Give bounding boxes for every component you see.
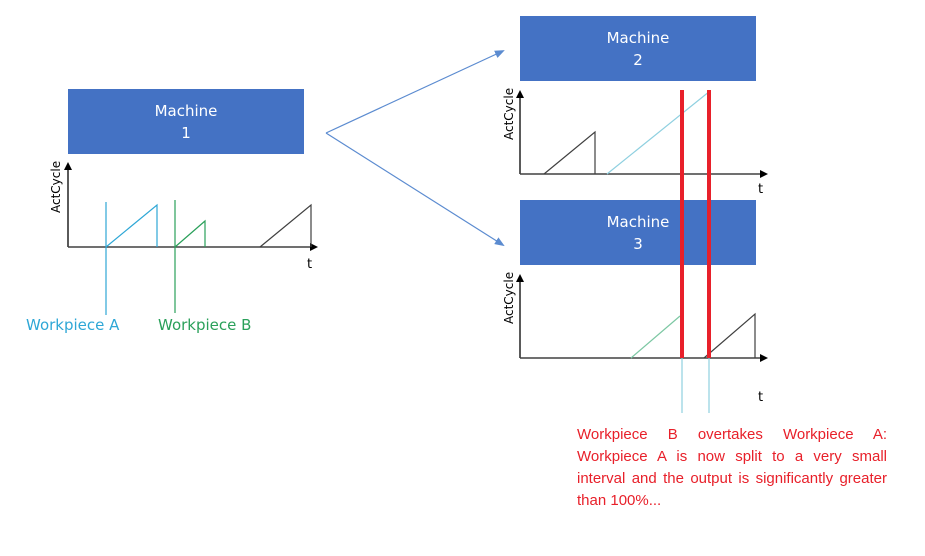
workpiece-b-label: Workpiece B: [158, 316, 252, 334]
machine-2-chart: ActCycle t: [502, 88, 768, 197]
machine-3-name: Machine: [606, 212, 670, 231]
y-axis-label: ActCycle: [502, 88, 516, 140]
other-cycle: [703, 312, 756, 359]
machine-1-chart: ActCycle t: [49, 161, 318, 315]
machine-3-number: 3: [633, 234, 643, 253]
machine-3-chart: ActCycle t: [502, 272, 768, 413]
other-cycle: [259, 203, 312, 248]
machine-1-box: Machine 1: [68, 89, 304, 154]
workpiece-b-cycle: [630, 315, 681, 359]
machine-2-number: 2: [633, 50, 643, 69]
flow-arrows: [325, 50, 505, 247]
overtake-note: Workpiece B overtakes Workpiece A: Workp…: [577, 426, 887, 509]
x-axis-label: t: [758, 390, 763, 405]
machine-1-number: 1: [181, 123, 191, 142]
workpiece-a-cycle: [606, 90, 711, 175]
machine-3-box: Machine 3: [520, 200, 756, 265]
x-axis-label: t: [758, 182, 763, 197]
arrow-to-machine-2: [325, 50, 505, 134]
y-axis-label: ActCycle: [502, 272, 516, 324]
y-axis-label: ActCycle: [49, 161, 63, 213]
machine-1-name: Machine: [154, 101, 218, 120]
machine-2-box: Machine 2: [520, 16, 756, 81]
arrow-to-machine-3: [325, 132, 505, 247]
machine-2-name: Machine: [606, 28, 670, 47]
workpiece-a-cycle: [105, 203, 158, 248]
x-axis-label: t: [307, 257, 312, 272]
other-cycle: [543, 130, 596, 175]
workpiece-a-label: Workpiece A: [26, 316, 120, 334]
workpiece-b-cycle: [174, 219, 206, 248]
